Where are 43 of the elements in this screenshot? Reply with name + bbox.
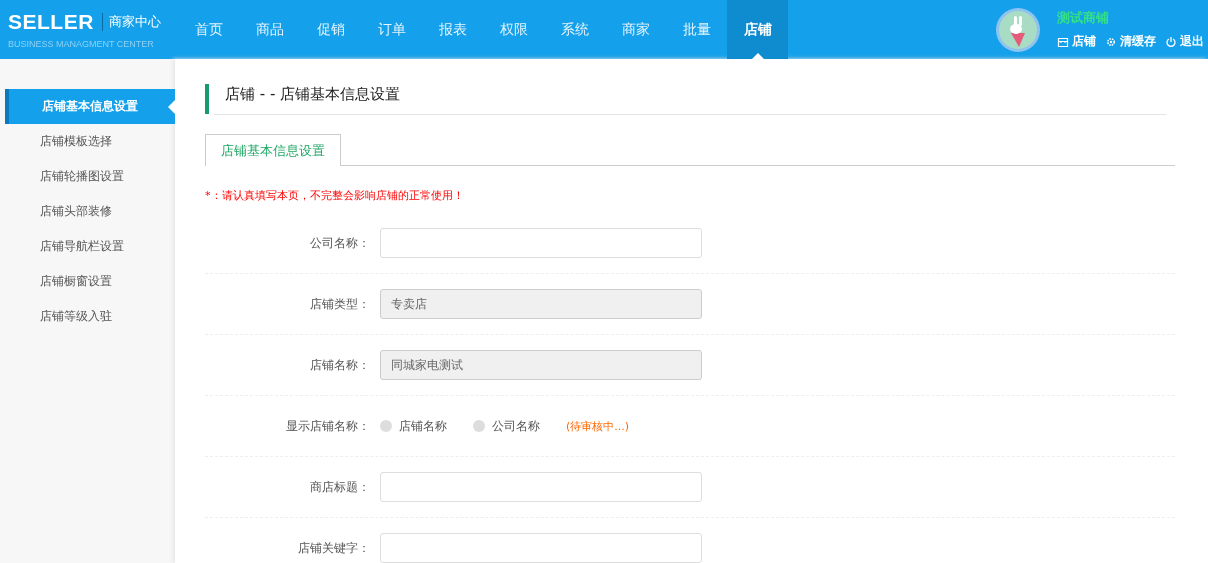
nav-tab[interactable]: 批量 xyxy=(666,0,727,59)
tab[interactable]: 店铺基本信息设置 xyxy=(205,134,341,166)
sidebar-item[interactable]: 店铺轮播图设置 xyxy=(0,159,175,194)
shop-name: 测试商铺 xyxy=(1057,9,1110,27)
field-label: 店铺名称： xyxy=(309,356,371,374)
nav-tab[interactable]: 首页 xyxy=(178,0,239,59)
field-label: 店铺关键字： xyxy=(297,539,371,557)
sidebar-item[interactable]: 店铺等级入驻 xyxy=(0,299,175,334)
nav-tab[interactable]: 促销 xyxy=(300,0,361,59)
field-label: 商店标题： xyxy=(309,478,371,496)
settings-icon xyxy=(1105,35,1117,48)
header-link[interactable]: 店铺 xyxy=(1057,33,1096,50)
nav-tab[interactable]: 商家 xyxy=(605,0,666,59)
nav-tab[interactable]: 商品 xyxy=(239,0,300,59)
logo-subtitle: 商家中心 xyxy=(101,13,161,31)
store-icon xyxy=(1057,35,1069,48)
nav-tab[interactable]: 权限 xyxy=(483,0,544,59)
sidebar-item[interactable]: 店铺头部装修 xyxy=(0,194,175,229)
page-title: 店铺 - - 店铺基本信息设置 xyxy=(205,84,1175,114)
input-field[interactable] xyxy=(380,533,702,563)
nav-tab[interactable]: 报表 xyxy=(422,0,483,59)
field-label: 公司名称： xyxy=(309,234,371,252)
field-label: 显示店铺名称： xyxy=(285,417,371,435)
power-icon xyxy=(1165,35,1177,48)
avatar-icon[interactable] xyxy=(995,6,1041,53)
header-link[interactable]: 退出 xyxy=(1165,33,1204,50)
sidebar-item[interactable]: 店铺橱窗设置 xyxy=(0,264,175,299)
nav-tab[interactable]: 店铺 xyxy=(727,0,788,59)
input-field[interactable] xyxy=(380,228,702,258)
input-field[interactable] xyxy=(380,472,702,502)
field-label: 店铺类型： xyxy=(309,295,371,313)
header-link[interactable]: 清缓存 xyxy=(1105,33,1156,50)
sidebar-item[interactable]: 店铺基本信息设置 xyxy=(5,89,175,124)
logo-tagline: BUSINESS MANAGMENT CENTER xyxy=(8,39,155,49)
radio-option[interactable]: 店铺名称 xyxy=(380,417,447,435)
status-text: (待审核中...) xyxy=(566,418,630,434)
logo-title: SELLER xyxy=(8,10,94,34)
radio-option[interactable]: 公司名称 xyxy=(473,417,540,435)
nav-tab[interactable]: 订单 xyxy=(361,0,422,59)
sidebar-item[interactable]: 店铺模板选择 xyxy=(0,124,175,159)
nav-tab[interactable]: 系统 xyxy=(544,0,605,59)
notice-text: *：请认真填写本页，不完整会影响店铺的正常使用！ xyxy=(205,188,465,203)
sidebar-item[interactable]: 店铺导航栏设置 xyxy=(0,229,175,264)
